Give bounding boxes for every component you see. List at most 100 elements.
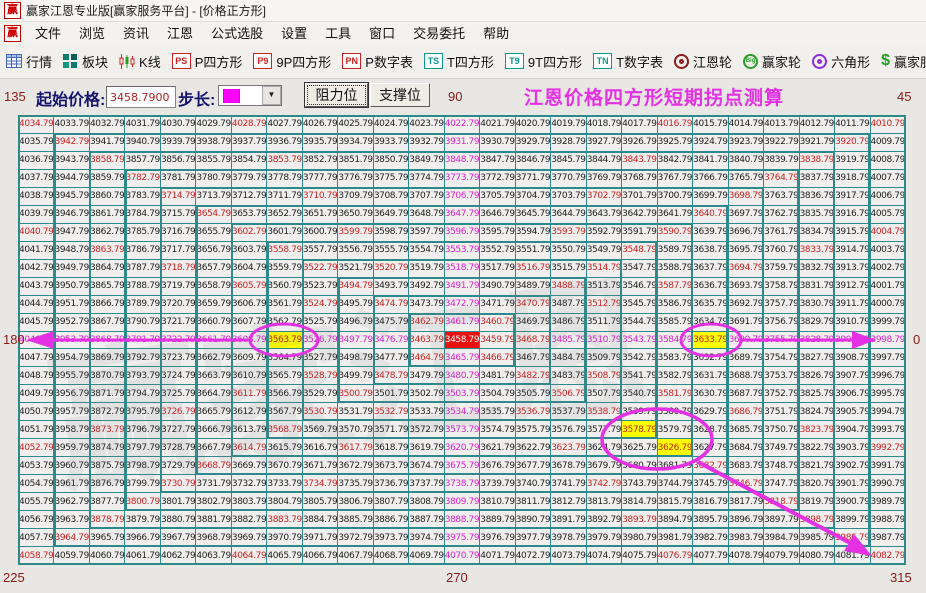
grid-cell[interactable]: 3980.79 xyxy=(622,529,657,547)
grid-cell[interactable]: 3704.79 xyxy=(515,187,551,205)
grid-cell[interactable]: 3757.79 xyxy=(764,295,799,313)
menu-item-9[interactable]: 帮助 xyxy=(474,26,518,41)
grid-cell[interactable]: 3857.79 xyxy=(125,151,160,169)
grid-cell[interactable]: 3474.79 xyxy=(373,295,409,313)
grid-cell[interactable]: 3868.79 xyxy=(89,331,125,349)
grid-cell[interactable]: 3651.79 xyxy=(302,205,338,223)
grid-cell[interactable]: 4061.79 xyxy=(125,547,160,564)
grid-cell[interactable]: 3726.79 xyxy=(160,403,196,421)
grid-cell[interactable]: 3591.79 xyxy=(622,223,657,241)
grid-cell[interactable]: 3814.79 xyxy=(622,493,657,511)
grid-cell[interactable]: 3928.79 xyxy=(551,133,586,151)
grid-cell[interactable]: 3625.79 xyxy=(622,439,657,457)
grid-cell[interactable]: 3485.79 xyxy=(551,331,586,349)
grid-cell[interactable]: 3708.79 xyxy=(373,187,409,205)
grid-cell[interactable]: 3812.79 xyxy=(551,493,586,511)
grid-cell[interactable]: 3561.79 xyxy=(267,295,302,313)
grid-cell[interactable]: 3840.79 xyxy=(728,151,764,169)
grid-cell[interactable]: 3737.79 xyxy=(409,475,444,493)
grid-cell[interactable]: 3906.79 xyxy=(835,385,870,403)
grid-cell[interactable]: 3587.79 xyxy=(657,277,693,295)
grid-cell[interactable]: 3530.79 xyxy=(302,403,338,421)
grid-cell[interactable]: 3974.79 xyxy=(409,529,444,547)
grid-cell[interactable]: 3644.79 xyxy=(551,205,586,223)
grid-cell[interactable]: 3823.79 xyxy=(799,421,835,439)
grid-cell[interactable]: 3703.79 xyxy=(551,187,586,205)
toolbar-button-1[interactable]: 板块 xyxy=(63,52,108,71)
grid-cell[interactable]: 3510.79 xyxy=(586,331,622,349)
grid-cell[interactable]: 4026.79 xyxy=(302,116,338,133)
grid-cell[interactable]: 3752.79 xyxy=(764,385,799,403)
grid-cell[interactable]: 3715.79 xyxy=(160,205,196,223)
grid-cell[interactable]: 3620.79 xyxy=(444,439,480,457)
grid-cell[interactable]: 3652.79 xyxy=(267,205,302,223)
grid-cell[interactable]: 3934.79 xyxy=(338,133,373,151)
grid-cell[interactable]: 3480.79 xyxy=(444,367,480,385)
grid-cell[interactable]: 3498.79 xyxy=(338,349,373,367)
grid-cell[interactable]: 4015.79 xyxy=(693,116,728,133)
grid-cell[interactable]: 3850.79 xyxy=(373,151,409,169)
grid-cell[interactable]: 3884.79 xyxy=(302,511,338,529)
grid-cell[interactable]: 3800.79 xyxy=(125,493,160,511)
grid-cell[interactable]: 3524.79 xyxy=(302,295,338,313)
grid-cell[interactable]: 3631.79 xyxy=(693,367,728,385)
grid-cell[interactable]: 3536.79 xyxy=(515,403,551,421)
grid-cell[interactable]: 3837.79 xyxy=(799,169,835,187)
grid-cell[interactable]: 3805.79 xyxy=(302,493,338,511)
grid-cell[interactable]: 3808.79 xyxy=(409,493,444,511)
grid-cell[interactable]: 3540.79 xyxy=(622,385,657,403)
grid-cell[interactable]: 3992.79 xyxy=(870,439,905,457)
grid-cell[interactable]: 3600.79 xyxy=(302,223,338,241)
grid-cell[interactable]: 3896.79 xyxy=(728,511,764,529)
grid-cell[interactable]: 3727.79 xyxy=(160,421,196,439)
grid-cell[interactable]: 3648.79 xyxy=(409,205,444,223)
grid-cell[interactable]: 3865.79 xyxy=(89,277,125,295)
grid-cell[interactable]: 3756.79 xyxy=(764,313,799,331)
grid-cell[interactable]: 3721.79 xyxy=(160,313,196,331)
grid-cell[interactable]: 3830.79 xyxy=(799,295,835,313)
grid-cell[interactable]: 3566.79 xyxy=(267,385,302,403)
grid-cell[interactable]: 3843.79 xyxy=(622,151,657,169)
grid-cell[interactable]: 3520.79 xyxy=(373,259,409,277)
grid-cell[interactable]: 3798.79 xyxy=(125,457,160,475)
grid-cell[interactable]: 3853.79 xyxy=(267,151,302,169)
grid-cell[interactable]: 3775.79 xyxy=(373,169,409,187)
grid-cell[interactable]: 3796.79 xyxy=(125,421,160,439)
grid-cell[interactable]: 4001.79 xyxy=(870,277,905,295)
grid-cell[interactable]: 4066.79 xyxy=(302,547,338,564)
grid-cell[interactable]: 3754.79 xyxy=(764,349,799,367)
grid-cell[interactable]: 3668.79 xyxy=(196,457,231,475)
grid-cell[interactable]: 4021.79 xyxy=(480,116,515,133)
grid-cell[interactable]: 3803.79 xyxy=(231,493,267,511)
grid-cell[interactable]: 3747.79 xyxy=(764,475,799,493)
grid-cell[interactable]: 3952.79 xyxy=(54,313,89,331)
grid-cell[interactable]: 3658.79 xyxy=(196,277,231,295)
grid-cell[interactable]: 3767.79 xyxy=(657,169,693,187)
grid-cell[interactable]: 3970.79 xyxy=(267,529,302,547)
grid-cell[interactable]: 3535.79 xyxy=(480,403,515,421)
grid-cell[interactable]: 3506.79 xyxy=(551,385,586,403)
grid-cell[interactable]: 3500.79 xyxy=(338,385,373,403)
grid-cell[interactable]: 4060.79 xyxy=(89,547,125,564)
grid-cell[interactable]: 4022.79 xyxy=(444,116,480,133)
grid-cell[interactable]: 3719.79 xyxy=(160,277,196,295)
grid-cell[interactable]: 3518.79 xyxy=(444,259,480,277)
grid-cell[interactable]: 3984.79 xyxy=(764,529,799,547)
grid-cell[interactable]: 3687.79 xyxy=(728,385,764,403)
grid-cell[interactable]: 3696.79 xyxy=(728,223,764,241)
grid-cell[interactable]: 3878.79 xyxy=(89,511,125,529)
grid-cell[interactable]: 3557.79 xyxy=(302,241,338,259)
grid-cell[interactable]: 3769.79 xyxy=(586,169,622,187)
grid-cell[interactable]: 3929.79 xyxy=(515,133,551,151)
grid-cell[interactable]: 3942.79 xyxy=(54,133,89,151)
grid-cell[interactable]: 3813.79 xyxy=(586,493,622,511)
start-price-input[interactable] xyxy=(106,86,176,108)
grid-cell[interactable]: 3638.79 xyxy=(693,241,728,259)
grid-cell[interactable]: 3493.79 xyxy=(373,277,409,295)
grid-cell[interactable]: 4077.79 xyxy=(693,547,728,564)
grid-cell[interactable]: 3764.79 xyxy=(764,169,799,187)
toolbar-button-5[interactable]: PN P数字表 xyxy=(342,52,413,71)
menu-item-3[interactable]: 江恩 xyxy=(158,26,202,41)
grid-cell[interactable]: 3824.79 xyxy=(799,403,835,421)
grid-cell[interactable]: 3507.79 xyxy=(586,385,622,403)
